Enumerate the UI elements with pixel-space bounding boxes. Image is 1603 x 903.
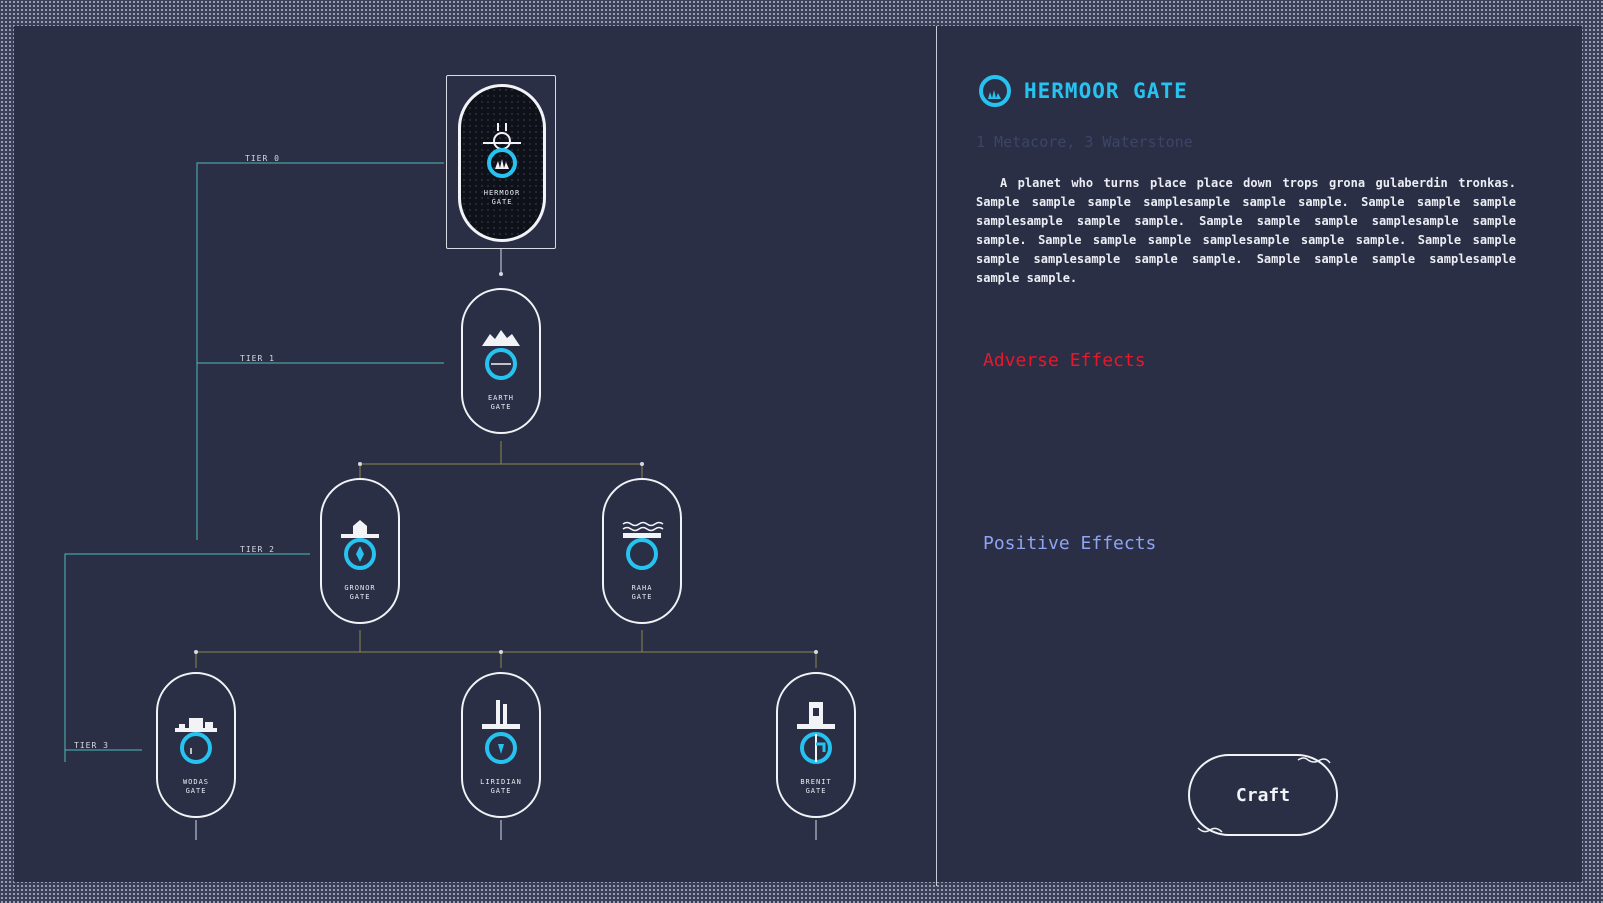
craft-vine-decoration [1197, 757, 1331, 833]
tier-0-line [196, 162, 444, 540]
node-earth-gate[interactable]: EARTH GATE [461, 288, 541, 434]
earth-gate-label: EARTH GATE [487, 394, 515, 411]
node-wodas-gate[interactable]: WODAS GATE [156, 672, 236, 818]
tier-0-label: TIER 0 [245, 154, 280, 163]
hermoor-gate-label: HERMOOR GATE [483, 189, 521, 206]
liridian-icon [482, 700, 520, 764]
gronor-gate-label: GRONOR GATE [344, 584, 376, 601]
node-brenit-gate[interactable]: BRENIT GATE [776, 672, 856, 818]
node-hermoor-gate[interactable]: HERMOOR GATE [458, 84, 546, 242]
liridian-gate-label: LIRIDIAN GATE [480, 778, 522, 795]
adverse-effects-heading: Adverse Effects [983, 350, 1146, 371]
node-gronor-gate[interactable]: GRONOR GATE [320, 478, 400, 624]
hermoor-ring-icon [979, 75, 1011, 107]
gronor-icon [341, 520, 379, 570]
tier-3-label: TIER 3 [74, 741, 109, 750]
brenit-gate-label: BRENIT GATE [800, 778, 832, 795]
positive-effects-heading: Positive Effects [983, 533, 1157, 554]
node-raha-gate[interactable]: RAHA GATE [602, 478, 682, 624]
hermoor-icon [483, 123, 521, 178]
node-liridian-gate[interactable]: LIRIDIAN GATE [461, 672, 541, 818]
earth-icon [482, 330, 520, 380]
description-text: A planet who turns place place down trop… [976, 176, 1516, 285]
tier-2-label: TIER 2 [240, 545, 275, 554]
tier-1-label: TIER 1 [240, 354, 275, 363]
wodas-icon [175, 718, 217, 764]
wodas-gate-label: WODAS GATE [182, 778, 210, 795]
raha-icon [622, 521, 664, 570]
raha-gate-label: RAHA GATE [631, 584, 653, 601]
recipe-text: 1 Metacore, 3 Waterstone [976, 133, 1193, 151]
brenit-icon [797, 702, 835, 764]
detail-title: HERMOOR GATE [1024, 79, 1188, 103]
detail-header: HERMOOR GATE [978, 74, 1188, 108]
